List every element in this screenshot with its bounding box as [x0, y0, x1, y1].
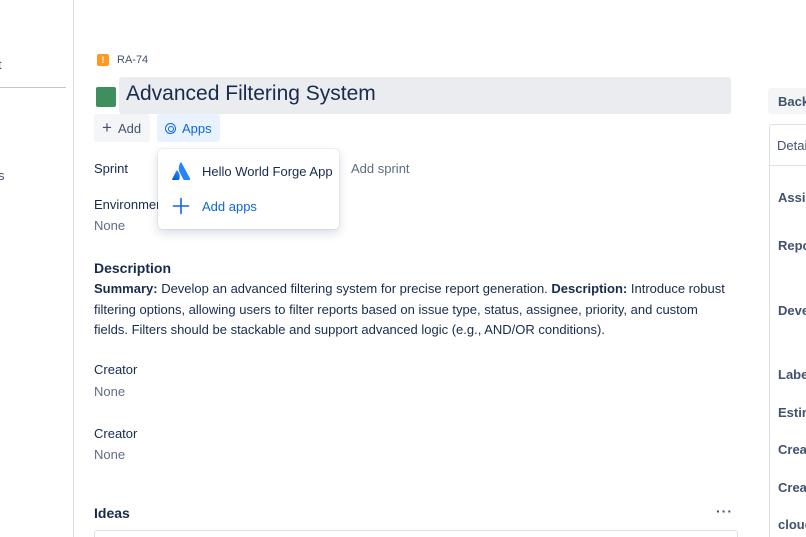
details-header[interactable]: Detai — [770, 125, 806, 166]
sidebar-item-fragment[interactable]: t — [0, 57, 2, 72]
menu-item-hello-world-forge-app[interactable]: Hello World Forge App — [158, 154, 339, 188]
creator-label: Creator — [94, 426, 138, 441]
created-label: Crea — [778, 442, 806, 457]
labels-label: Labe — [778, 367, 806, 382]
ideas-panel — [94, 530, 738, 537]
creator-value[interactable]: None — [94, 447, 125, 462]
atlassian-logo-icon — [172, 162, 190, 180]
cloud-label: cloud — [778, 517, 806, 532]
apps-button-label: Apps — [182, 120, 212, 136]
issue-type-icon — [96, 87, 116, 107]
creator-value[interactable]: None — [94, 384, 125, 399]
ideas-heading: Ideas — [94, 505, 130, 521]
plus-icon: + — [102, 118, 112, 137]
issue-key-row: ! RA-74 — [97, 54, 148, 66]
details-panel: Back Detai Assig Repo Deve Labe Estin Cr… — [768, 0, 806, 537]
apps-button[interactable]: Apps — [157, 114, 220, 142]
bug-icon: ! — [97, 54, 109, 66]
environment-label: Environment — [94, 197, 167, 212]
menu-item-label: Add apps — [202, 198, 257, 214]
summary-text: Develop an advanced filtering system for… — [157, 281, 552, 296]
sidebar-divider — [0, 87, 66, 88]
sidebar-item-fragment[interactable]: s — [0, 168, 5, 183]
add-button-label: Add — [117, 120, 142, 136]
description-label: Description: — [551, 281, 628, 296]
creator-label: Crea — [778, 480, 806, 495]
apps-icon — [165, 122, 176, 134]
more-options-icon[interactable]: ··· — [716, 503, 733, 519]
reporter-label: Repo — [778, 238, 806, 253]
development-label: Deve — [778, 303, 806, 318]
description-heading: Description — [94, 260, 172, 276]
issue-key[interactable]: RA-74 — [117, 54, 148, 66]
description-body[interactable]: Summary: Develop an advanced filtering s… — [94, 279, 734, 341]
details-box: Detai — [769, 124, 806, 537]
creator-label: Creator — [94, 362, 138, 377]
add-sprint-field[interactable]: Add sprint — [351, 161, 410, 176]
plus-icon — [172, 197, 190, 215]
left-sidebar: t s — [0, 0, 74, 537]
assignee-label: Assig — [778, 190, 806, 205]
apps-dropdown-menu: Hello World Forge App Add apps — [158, 149, 339, 229]
estimate-label: Estin — [778, 405, 806, 420]
environment-value[interactable]: None — [94, 218, 125, 233]
summary-label: Summary: — [94, 281, 158, 296]
add-button[interactable]: + Add — [94, 114, 150, 142]
menu-item-label: Hello World Forge App — [202, 163, 333, 179]
issue-title[interactable]: Advanced Filtering System — [126, 82, 376, 106]
menu-item-add-apps[interactable]: Add apps — [158, 189, 339, 223]
back-button[interactable]: Back — [768, 88, 806, 114]
sprint-label: Sprint — [94, 161, 128, 176]
